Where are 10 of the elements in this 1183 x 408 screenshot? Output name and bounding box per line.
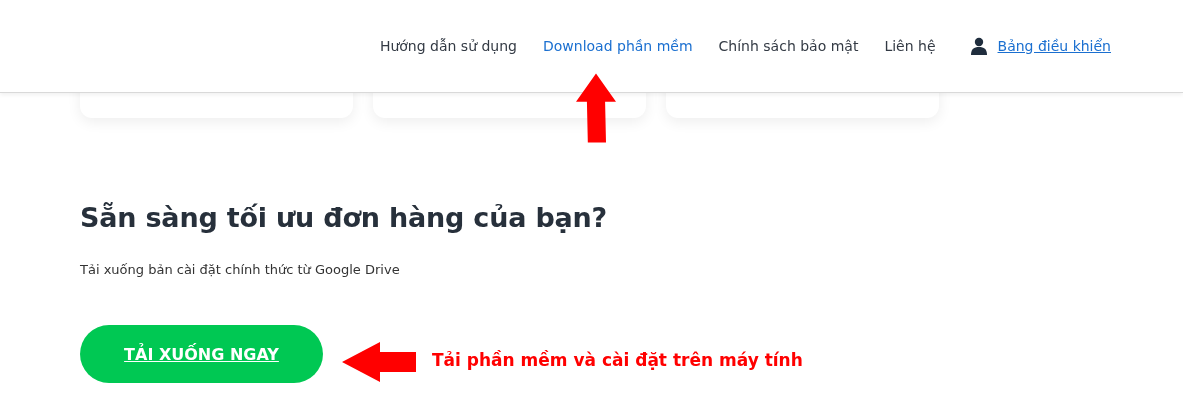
nav-link[interactable]: Hướng dẫn sử dụng: [379, 37, 517, 54]
nav-link[interactable]: Chính sách bảo mật: [718, 37, 859, 54]
dashboard-link[interactable]: Bảng điều khiển: [997, 37, 1111, 54]
arrow-annotation-icon: [342, 342, 416, 382]
nav-link[interactable]: Liên hệ: [884, 37, 936, 54]
nav-link[interactable]: Download phần mềm: [543, 37, 693, 54]
cta-heading: Sẵn sàng tối ưu đơn hàng của bạn?: [80, 202, 609, 233]
user-icon: [969, 36, 988, 55]
cta-description: Tải xuống bản cài đặt chính thức từ Google Drive: [80, 262, 401, 277]
annotation-text: Tải phần mềm và cài đặt trên máy tính: [432, 350, 803, 370]
